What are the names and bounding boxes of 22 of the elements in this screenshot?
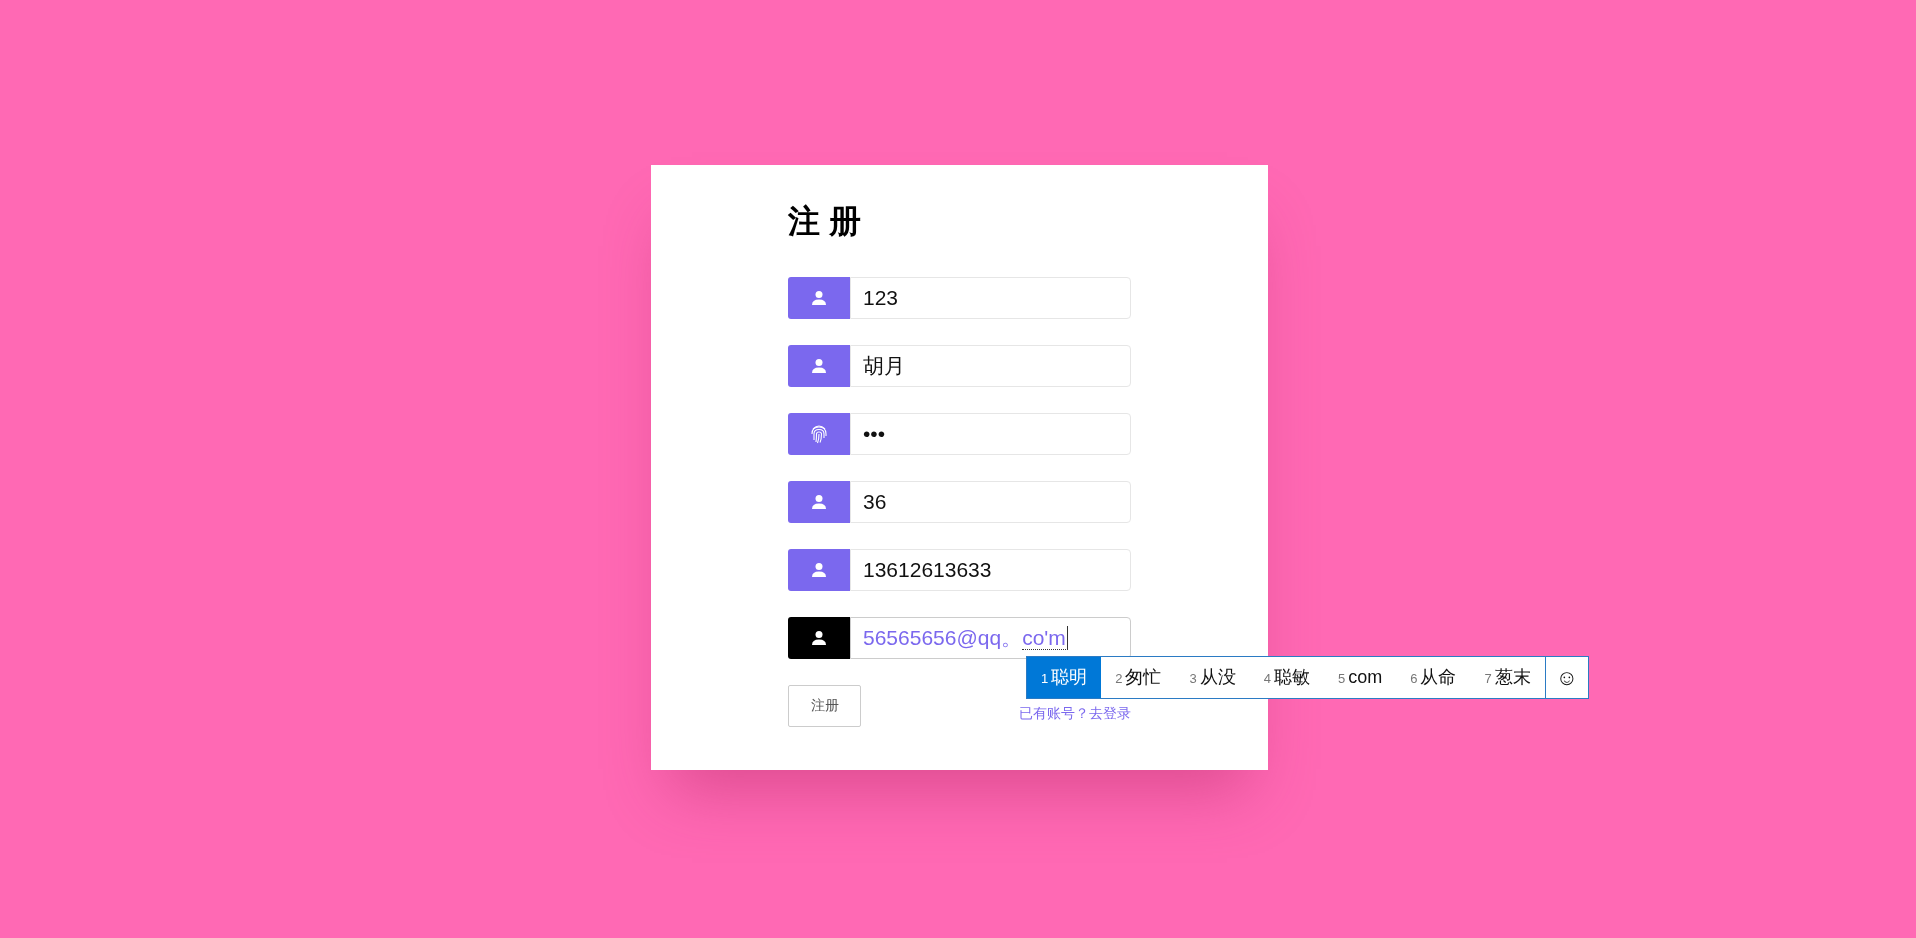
- input-field[interactable]: 36: [850, 480, 1131, 523]
- ime-candidate[interactable]: 4 聪敏: [1249, 657, 1324, 698]
- fingerprint-icon: [810, 423, 828, 444]
- user-icon: [811, 357, 827, 374]
- input-field[interactable]: 13612613633: [850, 548, 1131, 591]
- ime-candidate[interactable]: 2 匆忙: [1101, 657, 1176, 698]
- ime-candidate[interactable]: 7 葱末: [1470, 657, 1545, 698]
- user-icon: [811, 629, 827, 646]
- page-title: 注 册: [788, 202, 862, 241]
- emoji-button[interactable]: ☺: [1544, 657, 1588, 698]
- register-button[interactable]: 注册: [788, 684, 861, 727]
- ime-candidate[interactable]: 1 聪明: [1027, 657, 1102, 698]
- login-link[interactable]: 已有账号？去登录: [1019, 704, 1131, 723]
- user-icon: [811, 289, 827, 306]
- user-icon: [811, 493, 827, 510]
- input-field[interactable]: •••: [850, 412, 1131, 455]
- input-field[interactable]: 胡月: [850, 344, 1131, 387]
- ime-candidate[interactable]: 6 从命: [1396, 657, 1471, 698]
- user-icon: [811, 561, 827, 578]
- input-field[interactable]: 123: [850, 276, 1131, 319]
- ime-candidate[interactable]: 5 com: [1323, 657, 1397, 698]
- ime-candidate[interactable]: 3 从没: [1175, 657, 1250, 698]
